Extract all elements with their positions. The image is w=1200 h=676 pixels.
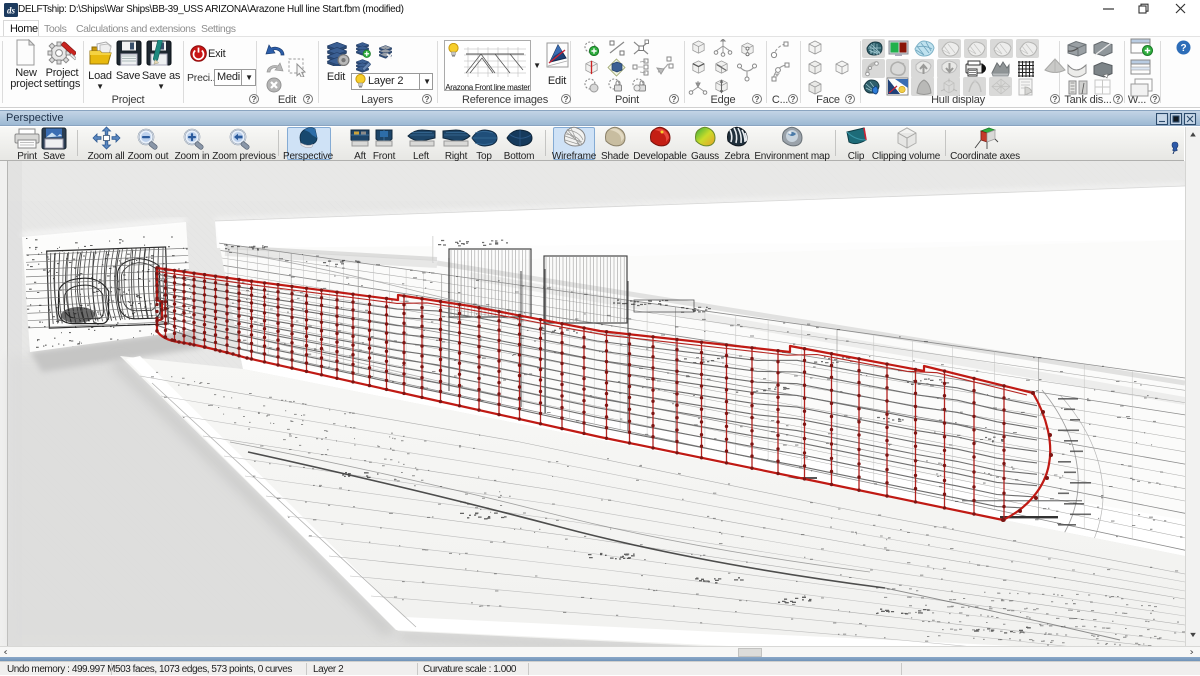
svg-text:ds: ds [7,6,16,16]
